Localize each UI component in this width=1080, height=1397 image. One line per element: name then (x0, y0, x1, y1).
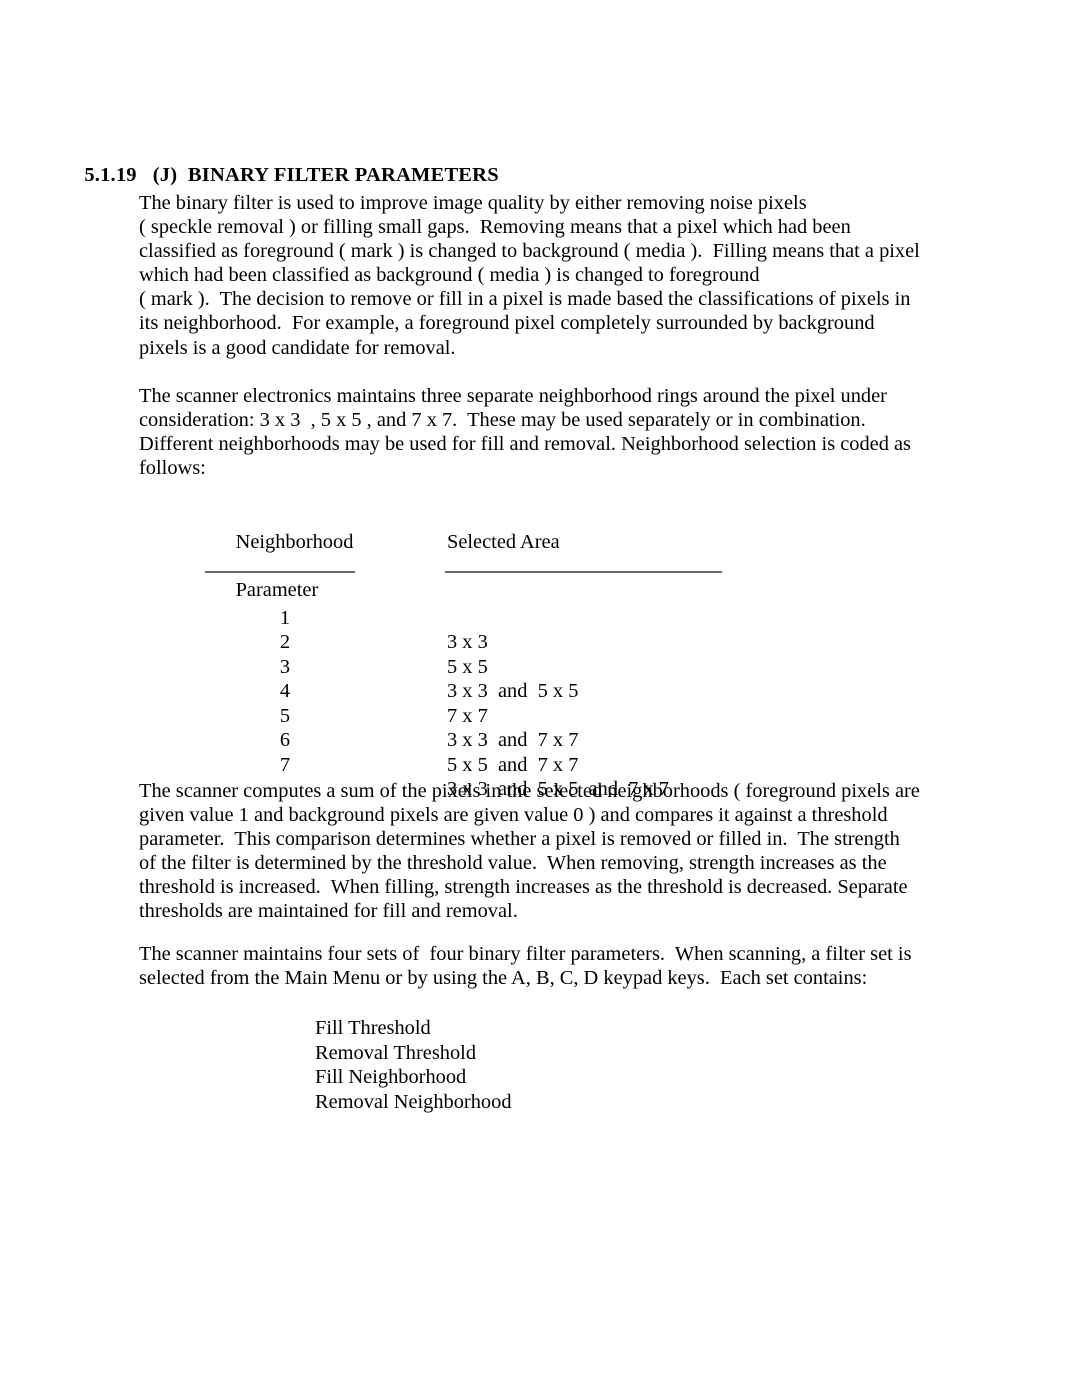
paragraph-intro: The binary filter is used to improve ima… (139, 191, 977, 360)
table-rule-right (445, 571, 722, 573)
paragraph-line: pixels is a good candidate for removal. (139, 336, 456, 359)
paragraph-line: threshold is increased. When filling, st… (139, 876, 908, 899)
table-cell-area: 3 x 3 and 7 x 7 (447, 729, 579, 751)
table-cell-area: 3 x 3 and 5 x 5 (447, 680, 579, 702)
section-letter: (J) (152, 163, 178, 186)
table-row: 6 5 x 5 and 7 x 7 (0, 704, 1080, 776)
table-cell-parameter: 3 (279, 655, 291, 678)
paragraph-line: The scanner maintains four sets of four … (139, 943, 912, 965)
table-body: 1 3 x 3 2 5 x 5 3 3 x 3 and 5 x 5 4 7 x … (0, 581, 1080, 801)
list-item: Removal Neighborhood (315, 1090, 512, 1113)
table-cell-area: 5 x 5 and 7 x 7 (447, 753, 579, 776)
table-header-line: Neighborhood (235, 531, 354, 554)
table-cell-parameter: 5 (279, 704, 291, 727)
table-cell-area: 7 x 7 (447, 704, 488, 727)
paragraph-line: thresholds are maintained for fill and r… (139, 900, 518, 923)
table-cell-parameter: 1 (279, 606, 291, 629)
paragraph-line: The binary filter is used to improve ima… (139, 192, 807, 214)
paragraph-filter-sets: The scanner maintains four sets of four … (139, 942, 977, 990)
paragraph-line: ( speckle removal ) or filling small gap… (139, 216, 851, 239)
paragraph-line: classified as foreground ( mark ) is cha… (139, 240, 920, 263)
neighborhood-selection-table: Neighborhood Parameter Selected Area 1 3… (0, 0, 1080, 801)
filter-parameter-list: Fill Threshold Removal Threshold Fill Ne… (315, 1016, 512, 1114)
table-row: 2 5 x 5 (0, 606, 1080, 678)
paragraph-line: consideration: 3 x 3 , 5 x 5 , and 7 x 7… (139, 409, 866, 432)
paragraph-line: follows: (139, 457, 206, 480)
paragraph-line: given value 1 and background pixels are … (139, 804, 888, 827)
paragraph-line: of the filter is determined by the thres… (139, 852, 887, 875)
list-item: Fill Threshold (315, 1017, 431, 1039)
table-cell-area: 5 x 5 (447, 655, 488, 678)
table-header-line: Parameter (235, 579, 319, 602)
paragraph-line: parameter. This comparison determines wh… (139, 828, 900, 851)
section-number: 5.1.19 (84, 163, 137, 186)
paragraph-line: Different neighborhoods may be used for … (139, 433, 911, 456)
paragraph-line: The scanner electronics maintains three … (139, 385, 887, 407)
table-cell-parameter: 7 (279, 753, 291, 776)
paragraph-threshold: The scanner computes a sum of the pixels… (139, 779, 977, 924)
table-cell-parameter: 6 (279, 729, 291, 751)
table-header-selected-area: Selected Area (447, 531, 560, 553)
paragraph-line: which had been classified as background … (139, 264, 760, 287)
table-header-neighborhood-parameter: Neighborhood Parameter (205, 506, 354, 626)
table-row: 4 7 x 7 (0, 655, 1080, 727)
heading-gap-2 (177, 164, 188, 186)
heading-gap-1 (137, 164, 153, 186)
paragraph-line: its neighborhood. For example, a foregro… (139, 312, 875, 335)
paragraph-neighborhood-rings: The scanner electronics maintains three … (139, 384, 977, 480)
table-row: 5 3 x 3 and 7 x 7 (0, 679, 1080, 752)
table-rule-left (205, 571, 355, 573)
table-cell-area: 3 x 3 (447, 631, 488, 653)
table-row: 3 3 x 3 and 5 x 5 (0, 630, 1080, 703)
list-item: Removal Threshold (315, 1041, 477, 1064)
paragraph-line: selected from the Main Menu or by using … (139, 967, 868, 990)
document-page: 5.1.19 (J) BINARY FILTER PARAMETERS The … (0, 0, 1080, 1397)
list-item: Fill Neighborhood (315, 1066, 467, 1089)
section-title: BINARY FILTER PARAMETERS (187, 163, 499, 186)
paragraph-line: The scanner computes a sum of the pixels… (139, 780, 920, 802)
table-row: 7 3 x 3 and 5 x 5 and 7 x 7 (0, 728, 1080, 801)
table-cell-parameter: 4 (279, 680, 291, 702)
table-row: 1 3 x 3 (0, 581, 1080, 654)
paragraph-line: ( mark ). The decision to remove or fill… (139, 288, 911, 311)
table-cell-parameter: 2 (279, 631, 291, 653)
